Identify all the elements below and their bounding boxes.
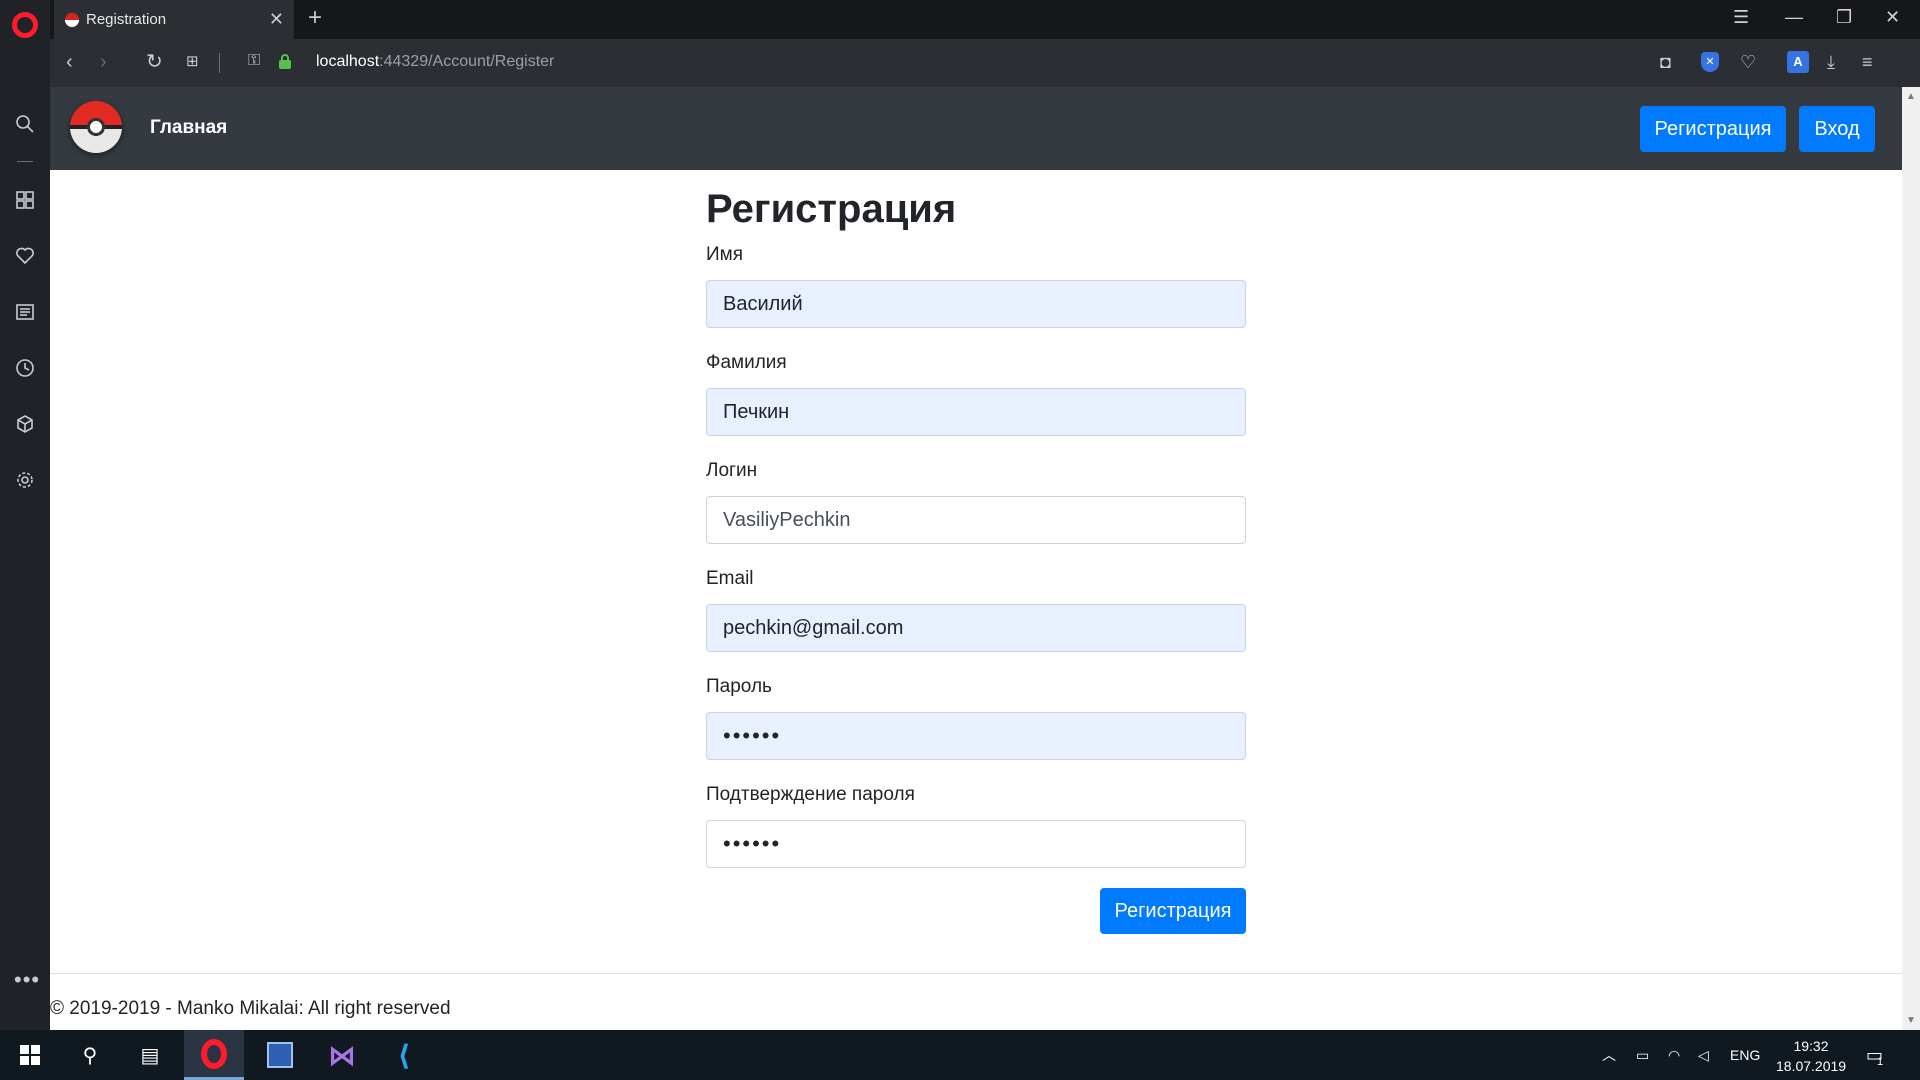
email-input[interactable]: pechkin@gmail.com (706, 604, 1246, 652)
history-icon[interactable] (13, 356, 37, 380)
taskbar-clock[interactable]: 19:32 18.07.2019 (1776, 1036, 1846, 1076)
scroll-up-icon[interactable]: ▲ (1906, 91, 1916, 102)
battery-icon[interactable]: ▭ (1636, 1030, 1649, 1080)
last-name-label: Фамилия (706, 352, 787, 373)
opera-logo-icon[interactable] (12, 12, 38, 38)
tab-title: Registration (86, 11, 167, 28)
login-label: Логин (706, 460, 758, 481)
new-tab-button[interactable]: + (308, 6, 322, 30)
download-icon[interactable]: ⤓ (1827, 51, 1835, 73)
page-scrollbar[interactable]: ▲ ▼ (1902, 87, 1920, 1030)
translate-icon[interactable]: A (1787, 51, 1809, 73)
login-input[interactable]: VasiliyPechkin (706, 496, 1246, 544)
pokeball-logo[interactable] (70, 101, 122, 153)
language-indicator[interactable]: ENG (1730, 1030, 1760, 1080)
tab-registration[interactable]: Registration ✕ (54, 0, 294, 39)
reload-icon[interactable]: ↻ (146, 51, 163, 73)
easy-setup-icon[interactable]: ≡ (1862, 51, 1873, 73)
cortana-search-icon[interactable]: ⚲ (60, 1030, 120, 1080)
camera-icon[interactable]: ◘ (1660, 51, 1671, 73)
notification-icon[interactable]: ▭ 1 (1866, 1030, 1883, 1080)
minimize-button[interactable]: — (1785, 8, 1803, 26)
more-icon[interactable]: ••• (14, 969, 40, 991)
speed-dial-icon[interactable] (13, 188, 37, 212)
first-name-input[interactable]: Василий (706, 280, 1246, 328)
vpn-icon[interactable]: ✕ (1701, 52, 1719, 72)
volume-icon[interactable]: ◁ (1698, 1030, 1709, 1080)
confirm-password-label: Подтверждение пароля (706, 784, 915, 805)
tab-menu-icon[interactable]: ☰ (1733, 8, 1749, 26)
taskbar-visual-studio-icon[interactable]: ⋈ (312, 1030, 372, 1080)
address-divider (219, 53, 220, 73)
password-label: Пароль (706, 676, 772, 697)
clock-time: 19:32 (1793, 1038, 1829, 1054)
scroll-down-icon[interactable]: ▼ (1906, 1015, 1916, 1026)
lock-icon[interactable] (279, 54, 291, 69)
register-nav-button[interactable]: Регистрация (1640, 106, 1786, 152)
login-nav-button[interactable]: Вход (1799, 106, 1875, 152)
news-icon[interactable] (13, 300, 37, 324)
sidebar-divider (17, 161, 33, 162)
back-icon[interactable]: ‹ (66, 51, 73, 73)
taskbar-save-icon[interactable] (250, 1030, 310, 1080)
address-bar: ‹ › ↻ ⊞ ⚿ localhost:44329/Account/Regist… (50, 39, 1920, 87)
opera-sidebar: ••• (0, 0, 50, 1030)
last-name-input[interactable]: Печкин (706, 388, 1246, 436)
bookmark-icon[interactable]: ♡ (1740, 51, 1756, 73)
extensions-icon[interactable] (13, 412, 37, 436)
register-submit-button[interactable]: Регистрация (1100, 888, 1246, 934)
notification-count: 1 (1877, 1056, 1884, 1068)
page-viewport: Главная Регистрация Вход Регистрация Имя… (50, 87, 1902, 1030)
heart-icon[interactable] (13, 244, 37, 268)
taskbar-opera-icon[interactable] (184, 1030, 244, 1080)
close-window-button[interactable]: ✕ (1885, 8, 1900, 26)
taskbar-vscode-icon[interactable]: ⟨ (374, 1030, 434, 1080)
tray-chevron-icon[interactable]: ︿ (1602, 1030, 1616, 1080)
task-view-icon[interactable]: ▤ (120, 1030, 180, 1080)
wifi-icon[interactable]: ◠ (1668, 1030, 1680, 1080)
url-host: localhost (316, 53, 380, 70)
restore-button[interactable]: ❐ (1836, 8, 1852, 26)
pokeball-favicon-icon (64, 11, 80, 28)
tabs-icon[interactable]: ⊞ (186, 51, 199, 73)
url-path: :44329/Account/Register (379, 53, 555, 70)
registration-form: Регистрация Имя Василий Фамилия Печкин Л… (706, 187, 1246, 934)
submit-row: Регистрация (706, 888, 1246, 934)
first-name-label: Имя (706, 244, 744, 265)
confirm-password-input[interactable]: •••••• (706, 820, 1246, 868)
search-icon[interactable] (13, 112, 37, 136)
windows-start-icon[interactable] (0, 1030, 60, 1080)
page-title: Регистрация (706, 187, 957, 231)
footer-copyright: © 2019-2019 - Manko Mikalai: All right r… (50, 998, 451, 1019)
home-link[interactable]: Главная (150, 117, 227, 139)
email-label: Email (706, 568, 754, 589)
clock-date: 18.07.2019 (1776, 1058, 1847, 1074)
footer-divider (50, 973, 1902, 974)
windows-taskbar: ⚲ ▤ ⋈ ⟨ ︿ ▭ ◠ ◁ ENG 19:32 18.07.2019 ▭ 1 (0, 1030, 1920, 1080)
forward-icon[interactable]: › (100, 51, 107, 73)
key-icon[interactable]: ⚿ (248, 52, 260, 70)
site-navbar: Главная Регистрация Вход (50, 87, 1902, 170)
url-field[interactable]: localhost:44329/Account/Register (316, 53, 554, 71)
tab-bar: Registration ✕ + ☰ — ❐ ✕ (50, 0, 1920, 39)
close-tab-icon[interactable]: ✕ (269, 10, 284, 28)
settings-icon[interactable] (13, 468, 37, 492)
password-input[interactable]: •••••• (706, 712, 1246, 760)
